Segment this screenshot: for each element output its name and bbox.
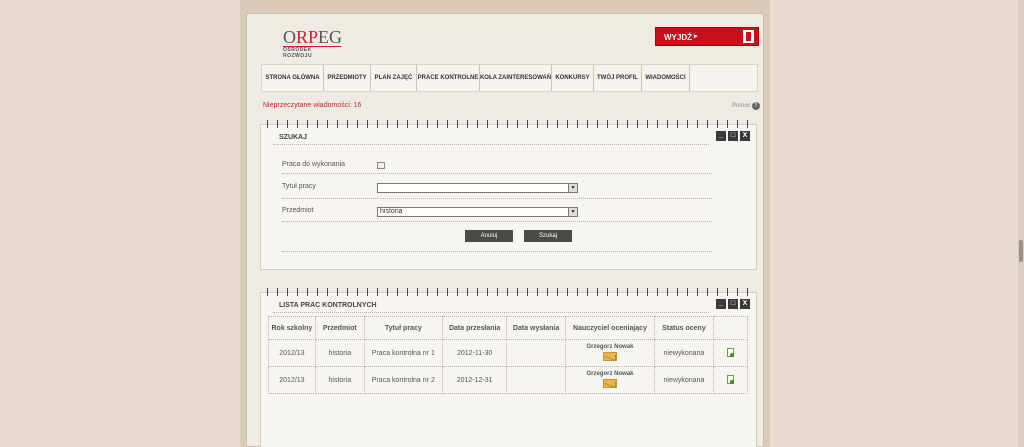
right-background bbox=[770, 0, 1024, 447]
nav-item-messages[interactable]: WIADOMOŚCI bbox=[642, 65, 690, 91]
cell-dispatch-date bbox=[506, 339, 566, 367]
help-label: Pomoc bbox=[732, 103, 751, 109]
nav-item-subjects[interactable]: PRZEDMIOTY bbox=[324, 65, 371, 91]
cell-actions bbox=[712, 366, 749, 394]
nav-item-tests[interactable]: PRACE KONTROLNE bbox=[417, 65, 480, 91]
panel-controls: _ □ X bbox=[716, 299, 750, 309]
search-panel-title: SZUKAJ bbox=[279, 134, 308, 141]
spiral-binding bbox=[261, 288, 756, 296]
divider bbox=[273, 312, 709, 313]
divider bbox=[282, 198, 712, 199]
cell-title: Praca kontrolna nr 1 bbox=[363, 339, 443, 367]
cell-sent-date: 2012-11-30 bbox=[441, 339, 508, 367]
arrow-right-icon: ▸ bbox=[694, 33, 698, 40]
title-select[interactable]: ▼ bbox=[377, 183, 578, 193]
cell-dispatch-date bbox=[506, 366, 566, 394]
col-dispatch-date[interactable]: Data wysłania bbox=[506, 316, 566, 340]
title-label: Tytuł pracy bbox=[282, 183, 316, 190]
logo-subtitle: OŚRODEK ROZWOJU bbox=[283, 46, 341, 59]
exit-button[interactable]: WYJDŹ ▸ bbox=[655, 27, 759, 46]
table-row: 2012/13 historia Praca kontrolna nr 2 20… bbox=[268, 366, 749, 394]
close-icon[interactable]: X bbox=[740, 299, 750, 309]
scrollbar[interactable] bbox=[1018, 0, 1024, 447]
nav-item-schedule[interactable]: PLAN ZAJĘĆ bbox=[371, 65, 417, 91]
document-icon[interactable] bbox=[726, 374, 734, 384]
table-header-row: Rok szkolny Przedmiot Tytuł pracy Data p… bbox=[268, 316, 749, 340]
cancel-button[interactable]: Anuluj bbox=[465, 230, 513, 242]
col-title[interactable]: Tytuł pracy bbox=[363, 316, 443, 340]
tests-list-panel: LISTA PRAC KONTROLNYCH _ □ X Rok szkolny… bbox=[260, 288, 757, 447]
todo-checkbox[interactable] bbox=[377, 162, 385, 169]
cell-teacher: Grzegorz Nowak bbox=[564, 339, 656, 367]
envelope-icon[interactable] bbox=[603, 378, 617, 388]
exit-label: WYJDŹ bbox=[664, 33, 692, 42]
cell-teacher: Grzegorz Nowak bbox=[564, 366, 656, 394]
cell-sent-date: 2012-12-31 bbox=[441, 366, 508, 394]
nav-item-home[interactable]: STRONA GŁÓWNA bbox=[262, 65, 324, 91]
list-panel-title: LISTA PRAC KONTROLNYCH bbox=[279, 302, 377, 309]
nav-item-contests[interactable]: KONKURSY bbox=[552, 65, 594, 91]
search-panel: SZUKAJ _ □ X Praca do wykonania Tytuł pr… bbox=[260, 120, 757, 270]
col-year[interactable]: Rok szkolny bbox=[268, 316, 316, 340]
cell-subject: historia bbox=[314, 366, 365, 394]
col-status[interactable]: Status oceny bbox=[654, 316, 714, 340]
cell-subject: historia bbox=[314, 339, 365, 367]
divider bbox=[282, 221, 712, 222]
search-button[interactable]: Szukaj bbox=[524, 230, 572, 242]
col-sent-date[interactable]: Data przesłania bbox=[441, 316, 508, 340]
teacher-name: Grzegorz Nowak bbox=[586, 343, 634, 350]
close-icon[interactable]: X bbox=[740, 131, 750, 141]
col-actions bbox=[712, 316, 749, 340]
unread-messages-link[interactable]: Nieprzeczytane wiadomości: 16 bbox=[263, 102, 361, 109]
main-navigation: STRONA GŁÓWNA PRZEDMIOTY PLAN ZAJĘĆ PRAC… bbox=[261, 64, 758, 92]
document-icon[interactable] bbox=[726, 347, 734, 357]
cell-status: niewykonana bbox=[654, 366, 714, 394]
left-background bbox=[0, 0, 240, 447]
divider bbox=[282, 251, 712, 252]
content-frame: ORPEG OŚRODEK ROZWOJU WYJDŹ ▸ STRONA GŁÓ… bbox=[240, 0, 770, 447]
panel-controls: _ □ X bbox=[716, 131, 750, 141]
scrollbar-thumb[interactable] bbox=[1019, 240, 1023, 262]
divider bbox=[282, 173, 712, 174]
maximize-icon[interactable]: □ bbox=[728, 299, 738, 309]
cell-title: Praca kontrolna nr 2 bbox=[363, 366, 443, 394]
divider bbox=[273, 144, 709, 145]
exit-door-icon bbox=[743, 30, 754, 43]
col-subject[interactable]: Przedmiot bbox=[314, 316, 365, 340]
minimize-icon[interactable]: _ bbox=[716, 131, 726, 141]
chevron-down-icon: ▼ bbox=[568, 208, 577, 216]
envelope-icon[interactable] bbox=[603, 351, 617, 361]
main-page: ORPEG OŚRODEK ROZWOJU WYJDŹ ▸ STRONA GŁÓ… bbox=[246, 13, 764, 447]
teacher-name: Grzegorz Nowak bbox=[586, 370, 634, 377]
col-teacher[interactable]: Nauczyciel oceniający bbox=[564, 316, 656, 340]
nav-item-profile[interactable]: TWÓJ PROFIL bbox=[594, 65, 642, 91]
cell-year: 2012/13 bbox=[268, 366, 316, 394]
todo-label: Praca do wykonania bbox=[282, 161, 346, 168]
tests-table: Rok szkolny Przedmiot Tytuł pracy Data p… bbox=[268, 316, 749, 394]
chevron-down-icon: ▼ bbox=[568, 184, 577, 192]
spiral-binding bbox=[261, 120, 756, 128]
help-link[interactable]: Pomoc? bbox=[732, 102, 760, 110]
nav-item-clubs[interactable]: KOŁA ZAINTERESOWAŃ bbox=[480, 65, 552, 91]
cell-year: 2012/13 bbox=[268, 339, 316, 367]
cell-status: niewykonana bbox=[654, 339, 714, 367]
maximize-icon[interactable]: □ bbox=[728, 131, 738, 141]
cell-actions bbox=[712, 339, 749, 367]
orpeg-logo[interactable]: ORPEG OŚRODEK ROZWOJU bbox=[283, 28, 373, 59]
subject-label: Przedmiot bbox=[282, 207, 314, 214]
help-icon: ? bbox=[751, 102, 760, 110]
minimize-icon[interactable]: _ bbox=[716, 299, 726, 309]
table-row: 2012/13 historia Praca kontrolna nr 1 20… bbox=[268, 339, 749, 367]
subject-select[interactable]: historia ▼ bbox=[377, 207, 578, 217]
